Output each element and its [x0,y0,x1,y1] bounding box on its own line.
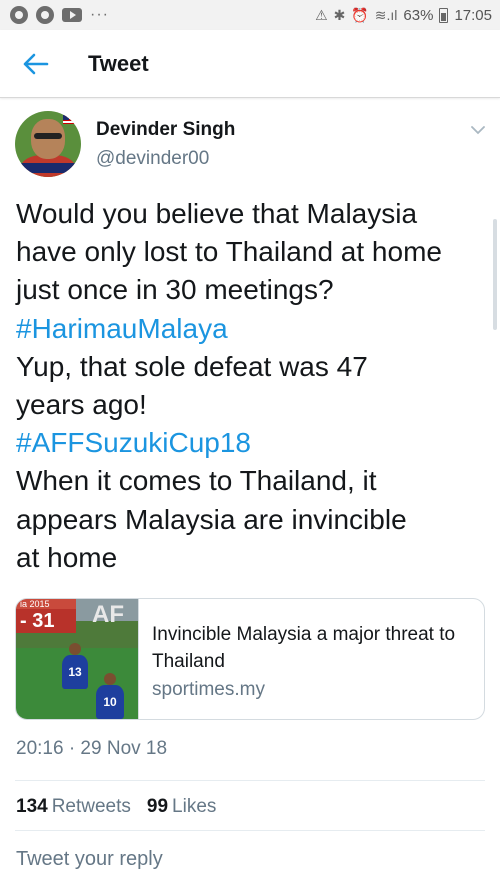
status-bar-right: ⚠ ✱ ⏰ ≋.ıl 63% 17:05 [315,7,492,24]
tweet-text-line: When it comes to Thailand, it [16,465,377,497]
tweet-stats: 134 Retweets 99 Likes [16,796,216,818]
tweet-text-line: appears Malaysia are invincible [16,503,407,535]
link-card[interactable]: ia 2015 - 31 AF 13 10 Invincible Malaysi… [15,598,485,720]
page-title: Tweet [88,50,149,76]
chevron-down-icon [471,125,485,134]
more-notifications-icon: ··· [90,6,109,23]
link-card-title: Invincible Malaysia a major threat to Th… [152,624,456,672]
reply-input[interactable]: Tweet your reply [16,848,163,871]
divider [15,830,485,831]
tweet-text-line: years ago! [16,389,147,421]
player-13: 13 [62,655,88,689]
bluetooth-icon: ✱ [333,6,346,23]
hashtag-link[interactable]: #HarimauMalaya [16,310,486,348]
thumb-top-text: ia 2015 [16,599,76,609]
battery-icon [439,7,449,23]
tweet-text-line: at home [16,541,118,573]
scrollbar[interactable] [493,219,497,330]
thumb-score: - 31 [16,609,76,633]
battery-percent: 63% [403,6,434,24]
link-card-body: Invincible Malaysia a major threat to Th… [139,599,484,719]
avatar[interactable] [15,111,81,177]
tweet-text-line: just once in 30 meetings? [16,274,334,306]
tweet-text: Would you believe that Malaysia have only… [16,195,486,577]
retweets-count: 134 [16,796,48,817]
thumb-logo: AF [92,601,124,628]
link-card-thumbnail: ia 2015 - 31 AF 13 10 [16,599,139,719]
arrow-left-icon [23,53,49,74]
tweet-options-button[interactable] [468,120,488,140]
retweets-label: Retweets [51,796,131,817]
player-10: 10 [96,685,124,719]
likes-label: Likes [172,796,217,817]
g-app-icon [10,6,28,24]
tweet-text-line: Yup, that sole defeat was 47 [16,350,368,382]
tweet-timestamp: 20:16 · 29 Nov 18 [16,738,168,759]
warning-icon: ⚠ [315,6,328,23]
clock: 17:05 [454,6,492,24]
likes-count: 99 [146,796,169,817]
link-card-domain: sportimes.my [152,679,265,700]
g-app-icon-2 [36,6,54,24]
tweet-text-line: Would you believe that Malaysia [16,198,418,229]
alarm-icon: ⏰ [351,6,369,23]
hashtag-link[interactable]: #AFFSuzukiCup18 [16,424,486,462]
app-header: Tweet [0,30,500,98]
youtube-icon [62,8,82,22]
likes-link[interactable]: 99 Likes [147,796,217,818]
tweet-text-line: have only lost to Thailand at home [16,236,442,268]
status-bar: ··· ⚠ ✱ ⏰ ≋.ıl 63% 17:05 [0,0,500,30]
divider [15,780,485,781]
author-name[interactable]: Devinder Singh [96,119,235,141]
author-handle[interactable]: @devinder00 [96,148,209,170]
avatar-banner [15,163,81,173]
back-button[interactable] [0,30,72,98]
retweets-link[interactable]: 134 Retweets [16,796,131,818]
status-bar-left: ··· [10,6,109,24]
wifi-signal-icon: ≋.ıl [374,6,398,23]
